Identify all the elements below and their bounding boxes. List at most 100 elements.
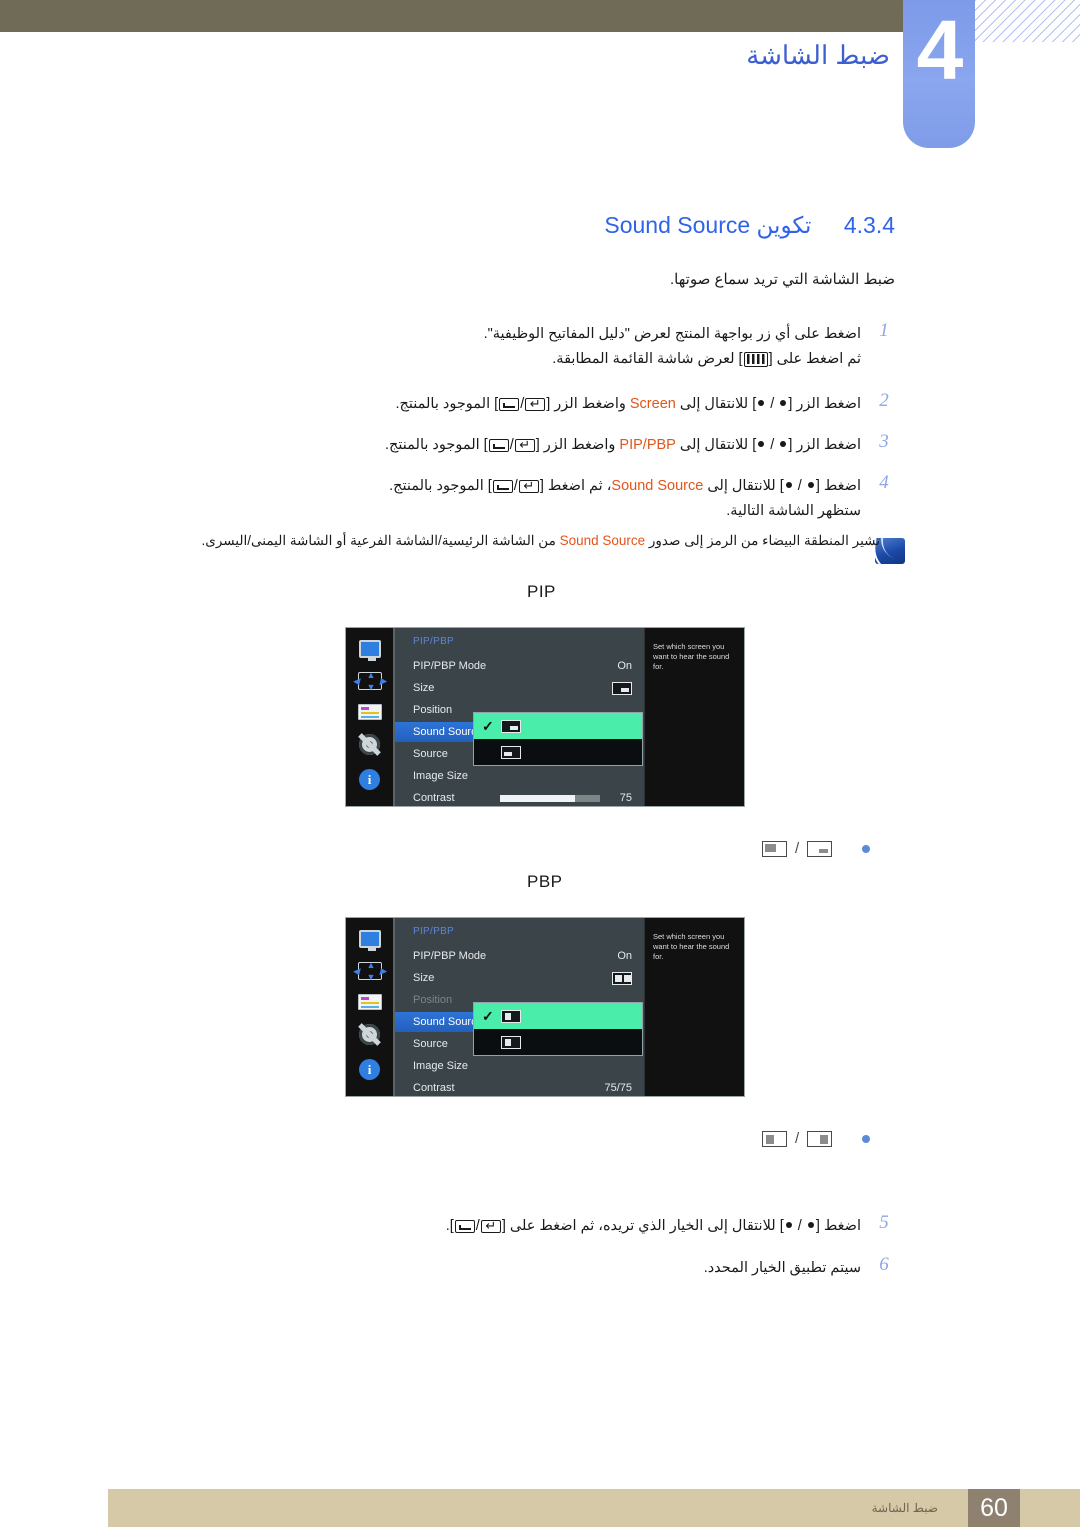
header-stripes-decoration — [975, 0, 1080, 42]
note-text-b: من الشاشة الرئيسية/الشاشة الفرعية أو الش… — [201, 533, 560, 548]
dot-icon — [758, 400, 765, 407]
dot-icon — [807, 1222, 814, 1229]
step-4-d: ، ثم اضغط [ — [539, 478, 612, 494]
step-3-menu-name: PIP/PBP — [619, 437, 676, 453]
header-band — [0, 0, 903, 32]
osd-row-label: Sound Source — [413, 1016, 483, 1028]
osd-row-pip-size[interactable]: Size — [395, 678, 644, 698]
step-2-d: واضغط الزر [ — [546, 396, 630, 412]
osd-menu-header-pbp: PIP/PBP — [413, 926, 455, 937]
step-4-b: / — [793, 478, 806, 494]
step-1-line2-b: ] لعرض شاشة القائمة المطابقة. — [552, 351, 743, 367]
monitor-icon[interactable] — [358, 640, 381, 661]
osd-row-label: Sound Source — [413, 726, 483, 738]
pbp-size-glyph-icon — [612, 971, 632, 985]
osd-row-label: Contrast — [413, 1082, 455, 1094]
osd-icon[interactable] — [357, 994, 382, 1010]
monitor-icon[interactable] — [358, 930, 381, 951]
osd-row-label: PIP/PBP Mode — [413, 950, 487, 962]
osd-row-label: Position — [413, 704, 453, 716]
dot-icon — [785, 482, 792, 489]
step-5-f: ]. — [445, 1218, 454, 1234]
step-1-number: 1 — [879, 320, 889, 341]
osd-row-pbp-size[interactable]: Size — [395, 968, 644, 988]
section-title-ar: تكوين — [756, 212, 812, 238]
gear-icon[interactable] — [359, 1024, 380, 1045]
gear-icon[interactable] — [359, 734, 380, 755]
step-4-number: 4 — [879, 472, 889, 493]
step-2-e: / — [520, 396, 525, 412]
osd-main-pbp: PIP/PBP PIP/PBP Mode On Size Position So… — [393, 918, 644, 1096]
position-icon[interactable]: ▲ ▼ ◀ ▶ — [353, 961, 387, 982]
info-icon[interactable]: i — [359, 1059, 380, 1080]
section-heading: 4.3.4 تكوين Sound Source — [604, 212, 895, 239]
step-3-c: ] للانتقال إلى — [675, 437, 757, 453]
option-pip-main[interactable]: ✓ — [474, 713, 642, 739]
arrow-down-icon: ▼ — [366, 682, 376, 692]
osd-row-pbp-contrast[interactable]: Contrast 75/75 — [395, 1078, 644, 1098]
osd-row-value: On — [617, 950, 632, 962]
step-2-number: 2 — [879, 390, 889, 411]
step-3-a: اضغط الزر [ — [788, 437, 861, 453]
step-5-text: اضغط [ / ] للانتقال إلى الخيار الذي تريد… — [446, 1214, 861, 1239]
osd-row-label: Source — [413, 1038, 448, 1050]
osd-row-label: Image Size — [413, 1060, 469, 1072]
osd-icon[interactable] — [357, 704, 382, 720]
menu-key-icon — [743, 351, 768, 367]
arrow-down-icon: ▼ — [366, 972, 376, 982]
osd-row-label: Image Size — [413, 770, 469, 782]
step-4-f: ] الموجود بالمنتج. — [389, 478, 492, 494]
dot-icon — [785, 1222, 792, 1229]
step-3-d: واضغط الزر [ — [535, 437, 620, 453]
osd-row-pbp-mode[interactable]: PIP/PBP Mode On — [395, 946, 644, 966]
enter-key-icon — [514, 436, 535, 454]
arrow-left-icon: ◀ — [352, 966, 360, 976]
back-key-icon — [492, 479, 513, 493]
step-3-e: / — [509, 437, 514, 453]
osd-rail-pbp: ▲ ▼ ◀ ▶ i — [346, 918, 393, 1096]
step-1-line1: اضغط على أي زر بواجهة المنتج لعرض "دليل … — [483, 326, 861, 342]
osd-main-pip: PIP/PBP PIP/PBP Mode On Size Position So… — [393, 628, 644, 806]
sound-source-option-popup-pip: ✓ ✓ — [473, 712, 643, 766]
sound-source-option-popup-pbp: ✓ ✓ — [473, 1002, 643, 1056]
section-number: 4.3.4 — [843, 212, 895, 238]
dot-icon — [780, 400, 787, 407]
arrow-up-icon: ▲ — [366, 670, 376, 680]
enter-key-icon — [480, 1217, 501, 1235]
note-text-a: تشير المنطقة البيضاء من الرمز إلى صدور — [645, 533, 880, 548]
osd-rail-pip: ▲ ▼ ◀ ▶ i — [346, 628, 393, 806]
pbp-left-glyph-icon — [501, 1009, 521, 1023]
step-5-c: ] للانتقال إلى الخيار الذي تريده، ثم اضغ… — [501, 1218, 784, 1234]
contrast-slider[interactable] — [500, 795, 600, 802]
back-key-icon — [499, 397, 520, 411]
osd-row-pip-image-size[interactable]: Image Size — [395, 766, 644, 786]
option-pbp-left[interactable]: ✓ — [474, 1003, 642, 1029]
osd-row-pbp-image-size[interactable]: Image Size — [395, 1056, 644, 1076]
option-pip-sub[interactable]: ✓ — [474, 739, 642, 765]
step-2-a: اضغط الزر [ — [788, 396, 861, 412]
step-4-line2: ستظهر الشاشة التالية. — [726, 503, 861, 519]
step-2-menu-name: Screen — [629, 396, 676, 412]
osd-screenshot-pbp: ▲ ▼ ◀ ▶ i PIP/PBP PIP/PBP Mode On Size Posi… — [345, 917, 745, 1097]
arrow-right-icon: ▶ — [379, 966, 387, 976]
info-icon[interactable]: i — [359, 769, 380, 790]
pip-main-glyph-icon — [501, 719, 521, 733]
option-pbp-right[interactable]: ✓ — [474, 1029, 642, 1055]
osd-row-pip-mode[interactable]: PIP/PBP Mode On — [395, 656, 644, 676]
legend-separator: / — [795, 1130, 800, 1147]
step-6-number: 6 — [879, 1254, 889, 1275]
position-icon[interactable]: ▲ ▼ ◀ ▶ — [353, 670, 387, 692]
osd-row-label: Size — [413, 682, 435, 694]
figure-label-pip: PIP — [527, 582, 556, 601]
step-2-c: ] للانتقال إلى — [675, 396, 757, 412]
pip-sub-glyph-icon — [501, 745, 521, 759]
osd-row-pip-contrast[interactable]: Contrast 75 — [395, 788, 644, 808]
step-4-a: اضغط [ — [815, 478, 861, 494]
legend-separator: / — [795, 840, 800, 857]
pip-main-legend-icon — [807, 840, 833, 857]
check-icon: ✓ — [482, 717, 494, 734]
enter-key-icon — [525, 395, 546, 413]
step-3-b: / — [766, 437, 779, 453]
step-3-number: 3 — [879, 431, 889, 452]
footer-chapter-text: ضبط الشاشة — [871, 1501, 938, 1515]
